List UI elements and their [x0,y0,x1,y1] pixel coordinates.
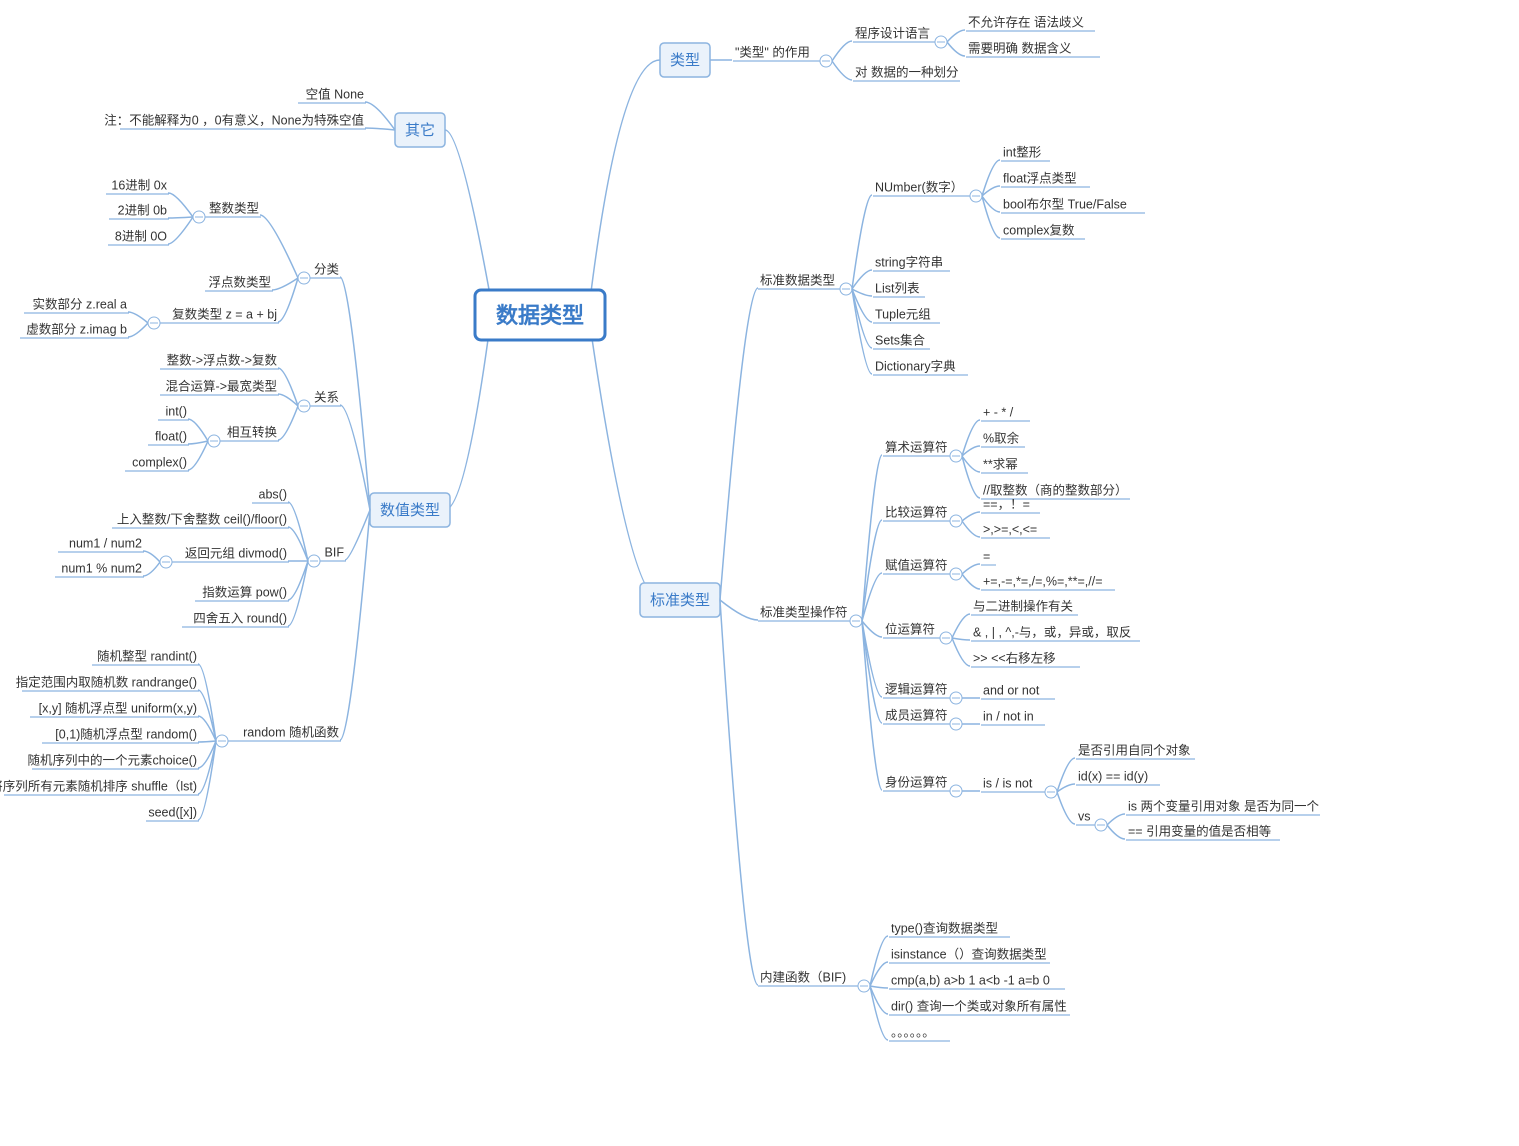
svg-text:不允许存在 语法歧义: 不允许存在 语法歧义 [968,14,1084,29]
svg-text:标准类型操作符: 标准类型操作符 [760,604,848,619]
svg-text:四舍五入 round(): 四舍五入 round() [193,610,287,625]
svg-text:in / not in: in / not in [983,709,1034,723]
link [445,130,490,295]
svg-text:float浮点类型: float浮点类型 [1003,171,1077,185]
svg-text:List列表: List列表 [875,281,920,295]
svg-text:指定范围内取随机数 randrange(): 指定范围内取随机数 randrange() [16,674,197,689]
svg-text:逻辑运算符: 逻辑运算符 [885,681,948,696]
svg-text:bool布尔型 True/False: bool布尔型 True/False [1003,196,1127,211]
svg-text:成员运算符: 成员运算符 [885,707,948,722]
svg-text:与二进制操作有关: 与二进制操作有关 [973,598,1073,613]
svg-text:==，！=: ==，！= [983,497,1030,511]
svg-text:"类型" 的作用: "类型" 的作用 [735,44,810,59]
svg-text:abs(): abs() [259,487,287,501]
svg-text:complex(): complex() [132,455,187,469]
svg-text:需要明确 数据含义: 需要明确 数据含义 [968,40,1072,55]
svg-text:是否引用自同个对象: 是否引用自同个对象 [1078,743,1191,757]
svg-text:指数运算 pow(): 指数运算 pow() [202,584,287,599]
svg-text:Tuple元组: Tuple元组 [875,307,931,321]
svg-text:对 数据的一种划分: 对 数据的一种划分 [855,64,958,79]
svg-text:+=,-=,*=,/=,%=,**=,//=: +=,-=,*=,/=,%=,**=,//= [983,574,1103,588]
leaf: 空值 None [306,86,364,101]
leaf: 注：不能解释为0 ，0有意义，None为特殊空值 [104,112,364,127]
svg-text:vs: vs [1078,809,1091,823]
root-text: 数据类型 [496,303,584,328]
svg-text:+ - * /: + - * / [983,405,1014,419]
svg-text:复数类型 z = a + bj: 复数类型 z = a + bj [172,306,277,321]
svg-text:[x,y] 随机浮点型 uniform(x,y): [x,y] 随机浮点型 uniform(x,y) [39,700,197,715]
svg-text:关系: 关系 [314,390,339,404]
svg-text:random 随机函数: random 随机函数 [243,724,339,739]
svg-text:num1 % num2: num1 % num2 [61,561,142,575]
svg-text:身份运算符: 身份运算符 [885,774,948,789]
svg-text:相互转换: 相互转换 [227,424,278,439]
svg-text:标准数据类型: 标准数据类型 [760,272,835,287]
svg-text:Dictionary字典: Dictionary字典 [875,358,956,373]
svg-text:类型: 类型 [670,52,700,69]
svg-text:。。。。。。: 。。。。。。 [891,1025,935,1039]
svg-text:赋值运算符: 赋值运算符 [885,557,948,572]
svg-text:8进制 0O: 8进制 0O [115,229,167,243]
svg-text:int整形: int整形 [1003,144,1042,159]
leaf: 整数类型 [209,200,259,215]
svg-text:>> <<右移左移: >> <<右移左移 [973,650,1056,665]
svg-text:整数->浮点数->复数: 整数->浮点数->复数 [167,352,278,367]
svg-text:Sets集合: Sets集合 [875,332,926,347]
svg-text:and or not: and or not [983,683,1040,697]
svg-text:上入整数/下舍整数 ceil()/floor(): 上入整数/下舍整数 ceil()/floor() [117,511,287,526]
svg-text://取整数（商的整数部分）: //取整数（商的整数部分） [983,482,1127,497]
svg-text:float(): float() [155,429,187,443]
svg-text:BIF: BIF [325,545,345,559]
svg-text:数值类型: 数值类型 [380,502,440,519]
svg-text:标准类型: 标准类型 [650,592,710,609]
svg-text:**求幂: **求幂 [983,457,1018,471]
svg-text:id(x) == id(y): id(x) == id(y) [1078,769,1148,783]
svg-text:内建函数（BIF): 内建函数（BIF) [760,969,846,984]
svg-text:NUmber(数字）: NUmber(数字） [875,179,963,194]
node-classify: 分类 [314,262,340,276]
svg-text:seed([x]): seed([x]) [148,805,197,819]
svg-text:%取余: %取余 [983,430,1020,445]
svg-text:实数部分 z.real a: 实数部分 z.real a [33,296,128,311]
svg-text:num1 / num2: num1 / num2 [69,536,142,550]
svg-text:>,>=,<,<=: >,>=,<,<= [983,522,1037,536]
svg-text:位运算符: 位运算符 [885,621,935,636]
svg-text:比较运算符: 比较运算符 [885,504,948,519]
svg-text:string字符串: string字符串 [875,254,943,269]
svg-text:混合运算->最宽类型: 混合运算->最宽类型 [166,378,277,393]
svg-text:返回元组 divmod(): 返回元组 divmod() [185,546,287,560]
svg-text:随机序列中的一个元素choice(): 随机序列中的一个元素choice() [28,752,197,767]
svg-text:is / is not: is / is not [983,776,1033,790]
svg-text:16进制 0x: 16进制 0x [111,178,167,192]
link [590,60,660,300]
svg-text:isinstance（）查询数据类型: isinstance（）查询数据类型 [891,946,1047,961]
svg-text:complex复数: complex复数 [1003,222,1075,237]
svg-text:dir() 查询一个类或对象所有属性: dir() 查询一个类或对象所有属性 [891,999,1067,1013]
mindmap: 数据类型 其它 空值 None 注：不能解释为0 ，0有意义，None为特殊空值… [0,0,1519,1146]
svg-text:== 引用变量的值是否相等: == 引用变量的值是否相等 [1128,823,1271,838]
link [445,325,490,510]
svg-text:[0,1)随机浮点型 random(): [0,1)随机浮点型 random() [55,726,197,741]
svg-text:2进制 0b: 2进制 0b [118,203,167,217]
link [590,325,660,600]
svg-text:随机整型 randint(): 随机整型 randint() [97,648,197,663]
svg-text:程序设计语言: 程序设计语言 [855,25,930,40]
svg-text:=: = [983,549,990,563]
svg-text:is 两个变量引用对象 是否为同一个: is 两个变量引用对象 是否为同一个 [1128,798,1319,813]
svg-text:type()查询数据类型: type()查询数据类型 [891,920,998,935]
svg-text:& , | , ^,-与，或，异或，取反: & , | , ^,-与，或，异或，取反 [973,625,1131,639]
svg-text:浮点数类型: 浮点数类型 [208,274,271,289]
svg-text:将序列所有元素随机排序 shuffle（lst): 将序列所有元素随机排序 shuffle（lst) [0,778,197,793]
svg-text:cmp(a,b) a>b 1 a<b -1 a=b 0: cmp(a,b) a>b 1 a<b -1 a=b 0 [891,973,1050,987]
svg-text:其它: 其它 [405,121,435,139]
svg-text:int(): int() [165,404,187,418]
svg-text:算术运算符: 算术运算符 [885,439,948,454]
svg-text:虚数部分 z.imag b: 虚数部分 z.imag b [26,321,127,336]
